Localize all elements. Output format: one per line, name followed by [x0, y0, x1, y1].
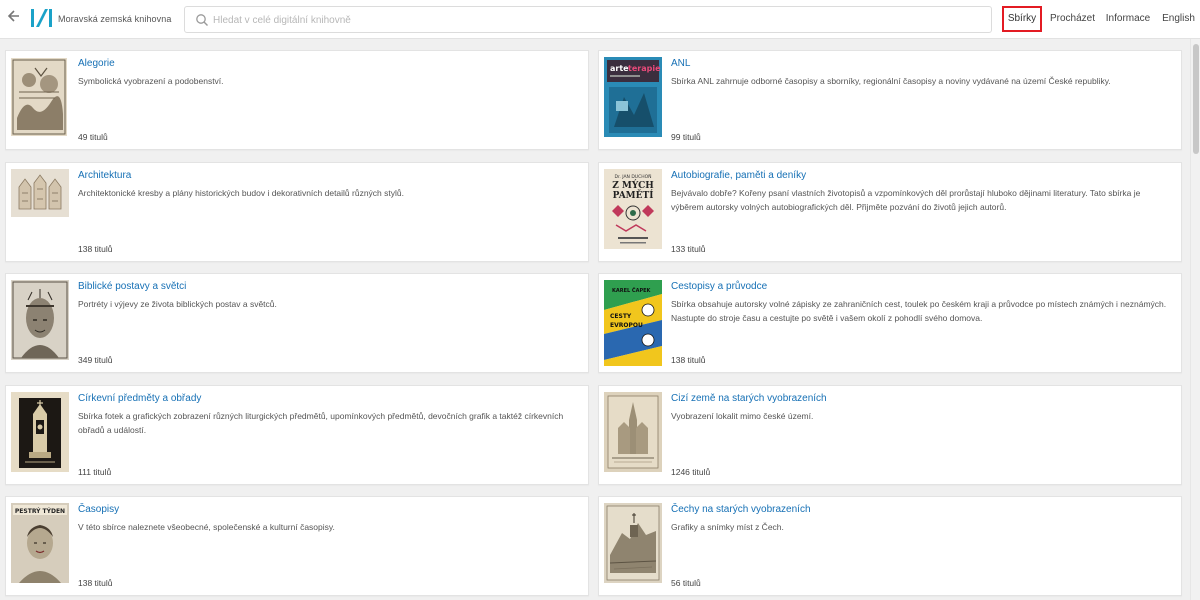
collection-count: 349 titulů — [78, 355, 113, 365]
collection-thumbnail: arte terapie — [604, 57, 662, 137]
thumb-cest-title2: EVROPOU — [610, 322, 643, 329]
collection-count: 111 titulů — [78, 467, 112, 477]
collection-thumbnail — [604, 503, 662, 583]
collection-count: 138 titulů — [671, 355, 706, 365]
thumb-cest-title1: CESTY — [610, 313, 632, 320]
collection-thumbnail — [11, 58, 67, 136]
collection-description: Symbolická vyobrazení a podobenství. — [78, 76, 224, 86]
thumb-cest-author: KAREL ČAPEK — [612, 287, 652, 294]
collection-description: Sbírka obsahuje autorsky volné zápisky z… — [671, 299, 1167, 323]
collection-description: Sbírka ANL zahrnuje odborné časopisy a s… — [671, 76, 1111, 86]
collection-title[interactable]: Cestopisy a průvodce — [671, 281, 767, 292]
search-icon — [196, 14, 208, 26]
collection-title[interactable]: Čechy na starých vyobrazeních — [671, 504, 811, 515]
collection-description: Bejvávalo dobře? Kořeny psaní vlastních … — [671, 188, 1141, 212]
collection-card-cirkevni-predmety[interactable]: Církevní předměty a obřady Sbírka fotek … — [5, 385, 589, 485]
thumb-auto-author: Dr. JAN DUCHOŇ — [614, 173, 651, 180]
collection-card-anl[interactable]: arte terapie ANL Sbírka ANL zahrnuje odb… — [598, 50, 1182, 150]
collection-description: Sbírka fotek a grafických zobrazení různ… — [78, 411, 564, 435]
collection-card-cechy[interactable]: Čechy na starých vyobrazeních Grafiky a … — [598, 496, 1182, 596]
collection-count: 133 titulů — [671, 244, 706, 254]
collection-card-biblicke-postavy[interactable]: Biblické postavy a světci Portréty i výj… — [5, 273, 589, 373]
collection-thumbnail — [11, 169, 69, 217]
collection-title[interactable]: Alegorie — [78, 58, 115, 69]
mzk-logo-icon[interactable] — [30, 8, 54, 28]
collection-title[interactable]: ANL — [671, 58, 690, 69]
logo-text[interactable]: Moravská zemská knihovna — [58, 14, 171, 24]
collection-card-alegorie[interactable]: Alegorie Symbolická vyobrazení a podoben… — [5, 50, 589, 150]
collection-thumbnail — [604, 392, 662, 472]
collection-count: 138 titulů — [78, 244, 113, 254]
collection-description: Grafiky a snímky míst z Čech. — [671, 522, 784, 532]
collection-thumbnail: PESTRÝ TÝDEN — [11, 503, 69, 583]
collection-count: 138 titulů — [78, 578, 113, 588]
page-scrollbar[interactable] — [1190, 39, 1200, 600]
nav-prochazet[interactable]: Procházet — [1050, 6, 1095, 32]
collection-title[interactable]: Architektura — [78, 170, 131, 181]
nav-sbirky[interactable]: Sbírky — [1002, 6, 1042, 32]
collection-card-cestopisy[interactable]: KAREL ČAPEK CESTY EVROPOU Cestopisy a pr… — [598, 273, 1182, 373]
thumb-anl-line1: arte — [610, 64, 629, 73]
collection-title[interactable]: Cizí země na starých vyobrazeních — [671, 393, 827, 404]
nav-informace[interactable]: Informace — [1105, 6, 1151, 32]
thumb-anl-line2: terapie — [628, 64, 661, 73]
collection-description: V této sbírce naleznete všeobecné, spole… — [78, 522, 335, 532]
collection-description: Portréty i výjevy ze života biblických p… — [78, 299, 277, 309]
back-arrow-icon[interactable] — [4, 9, 22, 29]
thumb-casopisy-header: PESTRÝ TÝDEN — [15, 508, 65, 515]
collection-title[interactable]: Církevní předměty a obřady — [78, 393, 201, 404]
collection-description: Vyobrazení lokalit mimo české území. — [671, 411, 814, 421]
collection-description: Architektonické kresby a plány historick… — [78, 188, 404, 198]
collection-title[interactable]: Biblické postavy a světci — [78, 281, 186, 292]
collection-count: 1246 titulů — [671, 467, 711, 477]
search-input[interactable] — [213, 11, 973, 29]
collection-card-cizi-zeme[interactable]: Cizí země na starých vyobrazeních Vyobra… — [598, 385, 1182, 485]
collection-thumbnail — [11, 280, 69, 360]
thumb-auto-title2: PAMĚTÍ — [613, 189, 654, 201]
collection-card-casopisy[interactable]: PESTRÝ TÝDEN Časopisy V této sbírce nale… — [5, 496, 589, 596]
top-header: Moravská zemská knihovna Sbírky Procháze… — [0, 0, 1200, 39]
collection-thumbnail: Dr. JAN DUCHOŇ Z MÝCH PAMĚTÍ — [604, 169, 662, 249]
collection-card-architektura[interactable]: Architektura Architektonické kresby a pl… — [5, 162, 589, 262]
thumb-auto-title1: Z MÝCH — [612, 179, 654, 191]
collection-thumbnail — [11, 392, 69, 472]
search-bar[interactable] — [184, 6, 992, 33]
collection-count: 56 titulů — [671, 578, 701, 588]
collection-count: 99 titulů — [671, 132, 701, 142]
collection-title[interactable]: Časopisy — [78, 504, 119, 515]
nav-english[interactable]: English — [1161, 6, 1196, 32]
scrollbar-thumb[interactable] — [1193, 44, 1199, 154]
collection-title[interactable]: Autobiografie, paměti a deníky — [671, 170, 806, 181]
collection-thumbnail: KAREL ČAPEK CESTY EVROPOU — [604, 280, 662, 366]
collection-count: 49 titulů — [78, 132, 108, 142]
collection-card-autobiografie[interactable]: Dr. JAN DUCHOŇ Z MÝCH PAMĚTÍ Autobiograf… — [598, 162, 1182, 262]
